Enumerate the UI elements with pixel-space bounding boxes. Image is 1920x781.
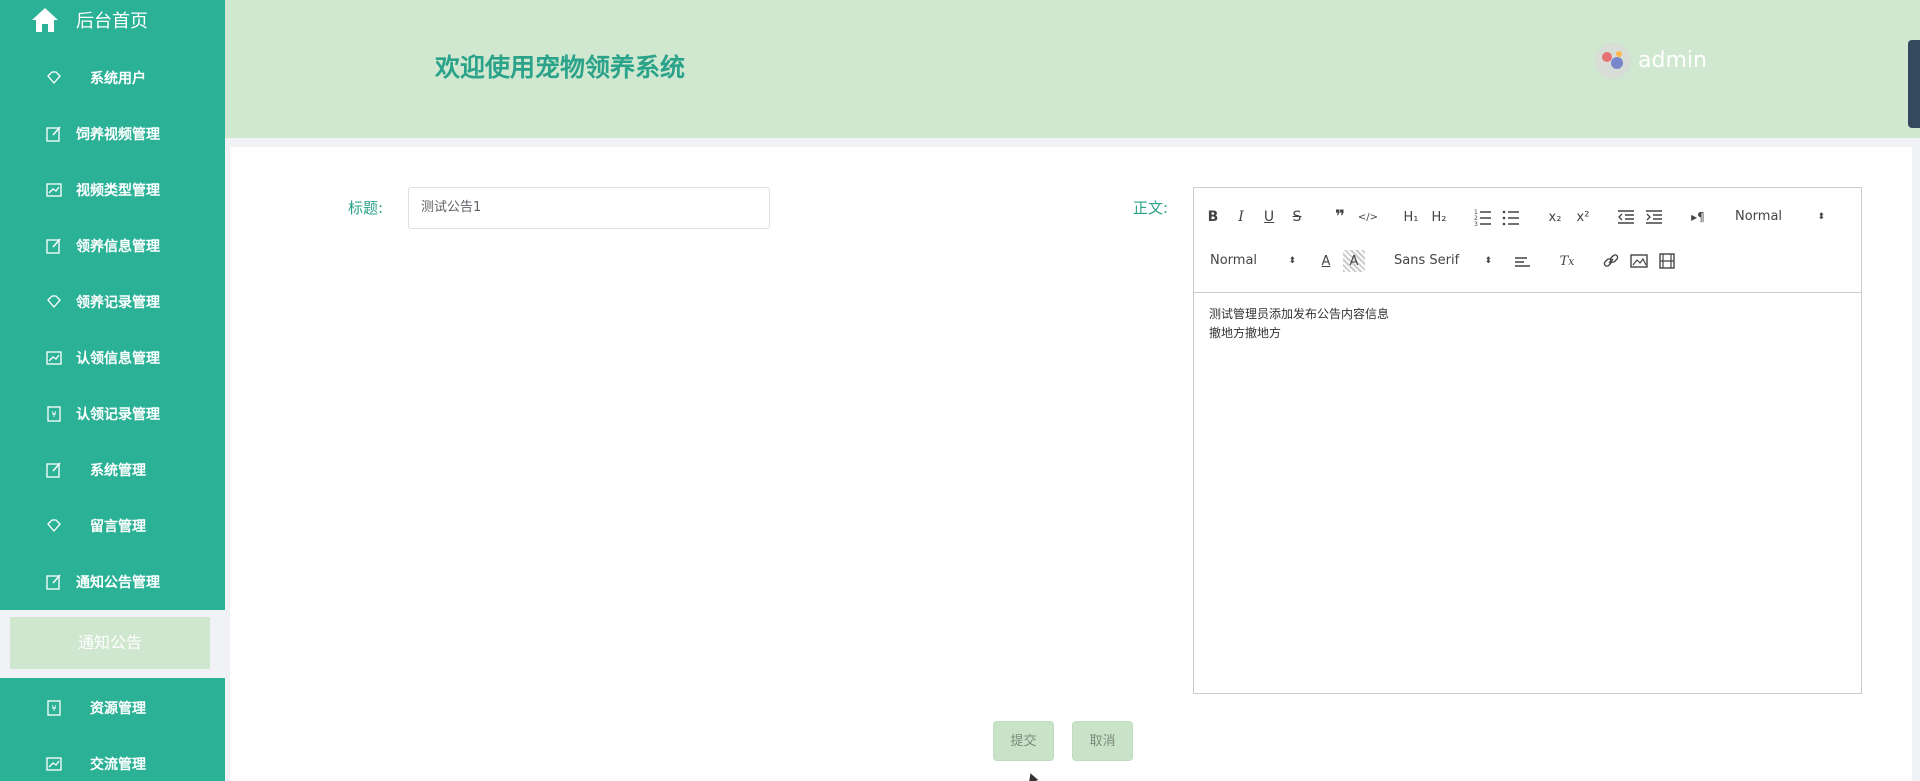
page-title: 欢迎使用宠物领养系统 [435, 53, 686, 82]
sidebar-item-communication[interactable]: 交流管理 [0, 736, 225, 781]
sidebar-home[interactable]: 后台首页 [0, 0, 225, 40]
editor-toolbar: B I U S ❞ </> H₁ H₂ 123 x₂ x² ▸¶ Normal ⬍… [1194, 188, 1861, 293]
edit-icon [46, 574, 61, 590]
chart-icon [46, 183, 62, 197]
font-select[interactable]: Sans Serif ⬍ [1394, 250, 1492, 272]
svg-text:¥: ¥ [51, 704, 56, 713]
sidebar-item-label: 领养信息管理 [76, 239, 160, 255]
sidebar-item-resources[interactable]: ¥ 资源管理 [0, 680, 225, 736]
sidebar-home-label: 后台首页 [76, 11, 148, 32]
bullet-list-icon[interactable] [1500, 206, 1522, 228]
outdent-icon[interactable] [1615, 206, 1637, 228]
sidebar-item-label: 领养记录管理 [76, 295, 160, 311]
size-select[interactable]: Normal ⬍ [1210, 250, 1296, 272]
sidebar-item-label: 认领信息管理 [76, 351, 160, 367]
sidebar-item-label: 交流管理 [90, 757, 146, 773]
align-icon[interactable] [1512, 250, 1534, 272]
link-icon[interactable] [1600, 250, 1622, 272]
sidebar-item-video-management[interactable]: 饲养视频管理 [0, 106, 225, 162]
sidebar: 后台首页 系统用户 饲养视频管理 视频类型管理 领养信息管理 领养记录管理 认领… [0, 0, 225, 781]
select-arrow-icon: ⬍ [1817, 212, 1825, 222]
sidebar-item-label: 通知公告管理 [76, 575, 160, 591]
header-select[interactable]: Normal ⬍ [1735, 206, 1825, 228]
subscript-icon[interactable]: x₂ [1544, 206, 1566, 228]
code-block-icon[interactable]: </> [1357, 206, 1379, 228]
scroll-handle[interactable] [1908, 40, 1920, 128]
superscript-icon[interactable]: x² [1572, 206, 1594, 228]
sidebar-item-adoption-info[interactable]: 领养信息管理 [0, 218, 225, 274]
strike-icon[interactable]: S [1286, 206, 1308, 228]
sidebar-item-video-type[interactable]: 视频类型管理 [0, 162, 225, 218]
underline-icon[interactable]: U [1258, 206, 1280, 228]
edit-icon [46, 238, 61, 254]
blockquote-icon[interactable]: ❞ [1329, 206, 1351, 228]
money-icon: ¥ [47, 406, 61, 422]
clear-format-icon[interactable]: Tx [1556, 250, 1578, 272]
top-header: 欢迎使用宠物领养系统 admin [225, 0, 1920, 138]
sidebar-item-system-users[interactable]: 系统用户 [0, 50, 225, 106]
avatar-image [1595, 43, 1631, 79]
bold-icon[interactable]: B [1202, 206, 1224, 228]
sidebar-item-adoption-records[interactable]: 领养记录管理 [0, 274, 225, 330]
text-color-icon[interactable]: A [1315, 250, 1337, 272]
sidebar-subitem-notice[interactable]: 通知公告 [10, 617, 210, 669]
sidebar-item-label: 认领记录管理 [76, 407, 160, 423]
avatar[interactable] [1595, 43, 1631, 79]
sidebar-item-label: 系统管理 [90, 463, 146, 479]
svg-text:3: 3 [1474, 221, 1478, 228]
header2-icon[interactable]: H₂ [1428, 206, 1450, 228]
edit-icon [46, 462, 61, 478]
image-icon[interactable] [1628, 250, 1650, 272]
sidebar-item-label: 系统用户 [90, 71, 146, 87]
italic-icon[interactable]: I [1230, 206, 1252, 228]
submit-button[interactable]: 提交 [993, 721, 1054, 761]
sidebar-item-messages[interactable]: 留言管理 [0, 498, 225, 554]
sidebar-item-claim-info[interactable]: 认领信息管理 [0, 330, 225, 386]
editor-line: 测试管理员添加发布公告内容信息 [1209, 307, 1390, 321]
body-label: 正文: [1133, 199, 1169, 217]
sidebar-item-label: 饲养视频管理 [76, 127, 160, 143]
cancel-button[interactable]: 取消 [1072, 721, 1133, 761]
diamond-icon [47, 519, 61, 532]
sidebar-item-claim-records[interactable]: ¥ 认领记录管理 [0, 386, 225, 442]
title-label: 标题: [348, 199, 384, 217]
ordered-list-icon[interactable]: 123 [1472, 206, 1494, 228]
font-select-value: Sans Serif [1394, 253, 1460, 268]
rich-text-editor: B I U S ❞ </> H₁ H₂ 123 x₂ x² ▸¶ Normal ⬍… [1193, 187, 1862, 694]
svg-text:¥: ¥ [51, 410, 56, 419]
home-icon [32, 8, 58, 32]
diamond-icon [47, 71, 61, 84]
sidebar-item-label: 留言管理 [90, 519, 146, 535]
sidebar-item-notice-management[interactable]: 通知公告管理 [0, 554, 225, 610]
edit-icon [46, 126, 61, 142]
background-color-icon[interactable]: A [1343, 250, 1365, 272]
chart-icon [46, 757, 62, 771]
select-arrow-icon: ⬍ [1484, 256, 1492, 266]
select-arrow-icon: ⬍ [1288, 256, 1296, 266]
chart-icon [46, 351, 62, 365]
editor-content[interactable]: 测试管理员添加发布公告内容信息 撤地方撤地方 [1209, 305, 1849, 343]
sidebar-item-label: 视频类型管理 [76, 183, 160, 199]
size-select-value: Normal [1210, 253, 1258, 268]
video-icon[interactable] [1656, 250, 1678, 272]
username[interactable]: admin [1638, 48, 1707, 73]
header-select-value: Normal [1735, 209, 1783, 224]
sidebar-item-label: 资源管理 [90, 701, 146, 717]
header1-icon[interactable]: H₁ [1400, 206, 1422, 228]
sidebar-item-system-management[interactable]: 系统管理 [0, 442, 225, 498]
editor-line: 撤地方撤地方 [1209, 326, 1282, 340]
money-icon: ¥ [47, 700, 61, 716]
diamond-icon [47, 295, 61, 308]
title-input[interactable]: 测试公告1 [408, 187, 770, 229]
indent-icon[interactable] [1643, 206, 1665, 228]
text-direction-icon[interactable]: ▸¶ [1687, 206, 1709, 228]
